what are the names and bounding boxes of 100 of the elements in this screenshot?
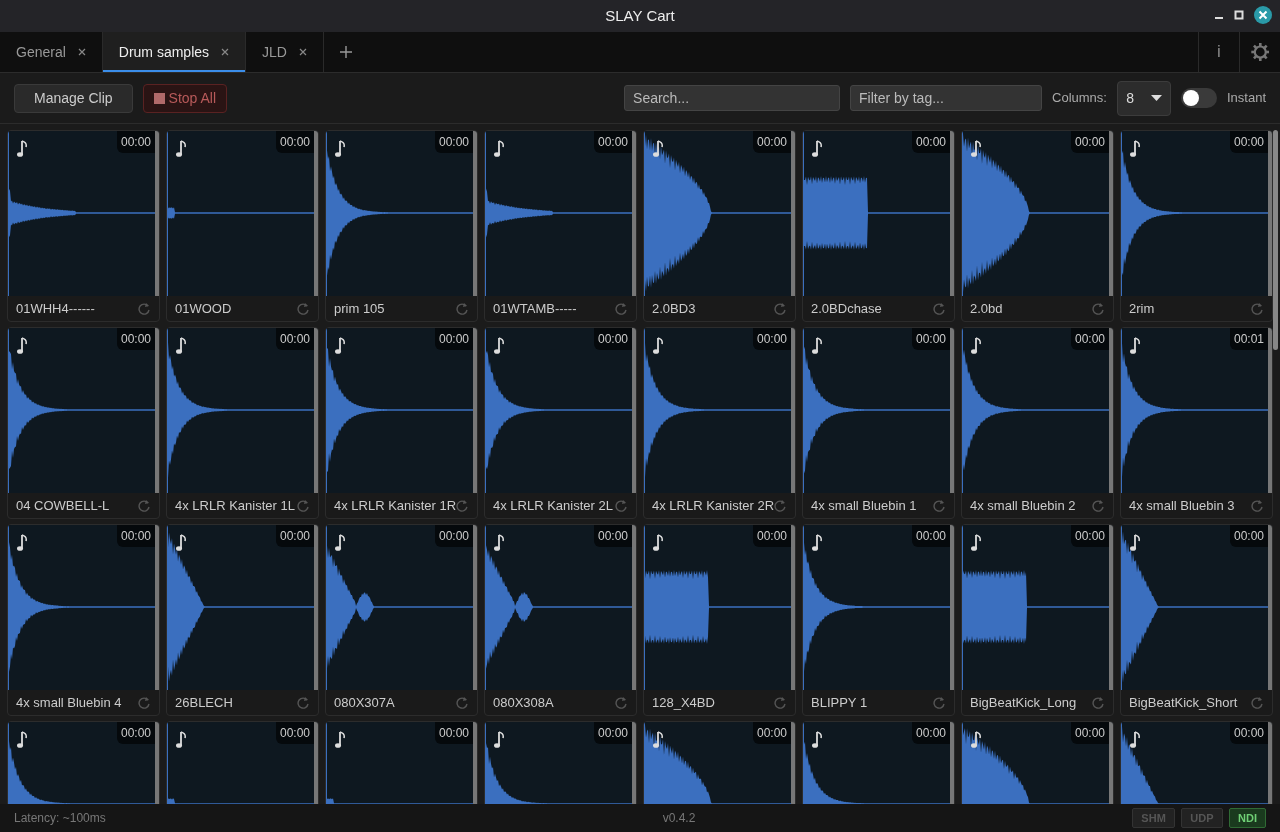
- clip-card[interactable]: 00:00: [643, 721, 796, 804]
- clip-name: 080X307A: [334, 693, 395, 712]
- columns-select[interactable]: 8: [1116, 80, 1171, 116]
- music-note-icon: [334, 533, 346, 551]
- loop-icon[interactable]: [1251, 499, 1264, 512]
- info-button[interactable]: i: [1198, 32, 1239, 72]
- loop-icon[interactable]: [1251, 696, 1264, 709]
- loop-icon[interactable]: [138, 302, 151, 315]
- clip-time: 00:00: [1229, 525, 1268, 547]
- music-note-icon: [970, 533, 982, 551]
- clip-time: 00:00: [275, 328, 314, 350]
- loop-icon[interactable]: [456, 302, 469, 315]
- clip-time: 00:00: [911, 722, 950, 744]
- loop-icon[interactable]: [297, 302, 310, 315]
- loop-icon[interactable]: [774, 499, 787, 512]
- clip-card[interactable]: 00:00 4x LRLR Kanister 2R: [643, 327, 796, 519]
- tab[interactable]: JLD: [246, 32, 324, 72]
- clip-card[interactable]: 00:00 4x small Bluebin 2: [961, 327, 1114, 519]
- clip-card[interactable]: 00:00 26BLECH: [166, 524, 319, 716]
- loop-icon[interactable]: [615, 696, 628, 709]
- clip-card[interactable]: 00:00 2.0bd: [961, 130, 1114, 322]
- clip-time: 00:00: [1070, 328, 1109, 350]
- clip-card[interactable]: 00:00 080X307A: [325, 524, 478, 716]
- version-text: v0.4.2: [662, 810, 696, 827]
- clip-card[interactable]: 00:00 4x small Bluebin 1: [802, 327, 955, 519]
- clip-card[interactable]: 00:00: [325, 721, 478, 804]
- close-icon[interactable]: [1254, 6, 1272, 24]
- close-tab-icon[interactable]: [77, 48, 86, 56]
- music-note-icon: [493, 336, 505, 354]
- clip-time: 00:00: [593, 722, 632, 744]
- loop-icon[interactable]: [774, 302, 787, 315]
- clip-time: 00:00: [434, 525, 473, 547]
- loop-icon[interactable]: [1092, 302, 1105, 315]
- clip-time: 00:00: [116, 722, 155, 744]
- tag-filter-field[interactable]: Filter by tag...: [850, 85, 1043, 111]
- clip-card[interactable]: 00:00 BLIPPY 1: [802, 524, 955, 716]
- clip-time: 00:00: [593, 131, 632, 153]
- loop-icon[interactable]: [138, 499, 151, 512]
- clip-card[interactable]: 00:00 prim 105: [325, 130, 478, 322]
- tab[interactable]: Drum samples: [102, 32, 247, 72]
- search-field[interactable]: Search...: [624, 85, 841, 111]
- clip-card[interactable]: 00:00 4x LRLR Kanister 2L: [484, 327, 637, 519]
- clip-card[interactable]: 00:00: [961, 721, 1114, 804]
- close-tab-icon[interactable]: [298, 48, 307, 56]
- tab[interactable]: General: [0, 32, 103, 72]
- clip-card[interactable]: 00:00 2.0BD3: [643, 130, 796, 322]
- loop-icon[interactable]: [933, 302, 946, 315]
- maximize-icon[interactable]: [1234, 10, 1244, 20]
- loop-icon[interactable]: [1092, 696, 1105, 709]
- loop-icon[interactable]: [456, 696, 469, 709]
- clip-card[interactable]: 00:00 4x LRLR Kanister 1L: [166, 327, 319, 519]
- clip-name: 4x LRLR Kanister 2L: [493, 496, 613, 515]
- clip-name: 4x small Bluebin 2: [970, 496, 1076, 515]
- clip-time: 00:00: [911, 328, 950, 350]
- music-note-icon: [16, 533, 28, 551]
- scrollbar[interactable]: [1273, 130, 1278, 350]
- loop-icon[interactable]: [138, 696, 151, 709]
- music-note-icon: [16, 730, 28, 748]
- clip-time: 00:00: [593, 328, 632, 350]
- loop-icon[interactable]: [297, 499, 310, 512]
- clip-card[interactable]: 00:00 4x small Bluebin 4: [7, 524, 160, 716]
- output-badge[interactable]: NDI: [1229, 807, 1266, 829]
- loop-icon[interactable]: [774, 696, 787, 709]
- music-note-icon: [175, 533, 187, 551]
- loop-icon[interactable]: [297, 696, 310, 709]
- manage-clip-button[interactable]: Manage Clip: [14, 83, 133, 113]
- clip-card[interactable]: 00:01 4x small Bluebin 3: [1120, 327, 1273, 519]
- music-note-icon: [652, 336, 664, 354]
- loop-icon[interactable]: [933, 696, 946, 709]
- loop-icon[interactable]: [1092, 499, 1105, 512]
- clip-name: 4x small Bluebin 1: [811, 496, 917, 515]
- clip-name: prim 105: [334, 299, 385, 318]
- stop-all-button[interactable]: Stop All: [142, 83, 228, 113]
- clip-card[interactable]: 00:00: [166, 721, 319, 804]
- loop-icon[interactable]: [933, 499, 946, 512]
- clip-card[interactable]: 00:00: [802, 721, 955, 804]
- clip-name: 2.0BDchase: [811, 299, 882, 318]
- clip-card[interactable]: 00:00 080X308A: [484, 524, 637, 716]
- clip-card[interactable]: 00:00: [1120, 721, 1273, 804]
- music-note-icon: [652, 533, 664, 551]
- clip-card[interactable]: 00:00 01WHH4------: [7, 130, 160, 322]
- clip-card[interactable]: 00:00 BigBeatKick_Long: [961, 524, 1114, 716]
- loop-icon[interactable]: [456, 499, 469, 512]
- clip-card[interactable]: 00:00 04 COWBELL-L: [7, 327, 160, 519]
- clip-card[interactable]: 00:00 2rim: [1120, 130, 1273, 322]
- clip-card[interactable]: 00:00 01WTAMB-----: [484, 130, 637, 322]
- clip-card[interactable]: 00:00 4x LRLR Kanister 1R: [325, 327, 478, 519]
- clip-time: 00:00: [752, 722, 791, 744]
- loop-icon[interactable]: [615, 302, 628, 315]
- clip-card[interactable]: 00:00 2.0BDchase: [802, 130, 955, 322]
- loop-icon[interactable]: [1251, 302, 1264, 315]
- clip-time: 00:00: [116, 525, 155, 547]
- clip-card[interactable]: 00:00 BigBeatKick_Short: [1120, 524, 1273, 716]
- instant-toggle[interactable]: [1180, 88, 1217, 108]
- loop-icon[interactable]: [615, 499, 628, 512]
- clip-card[interactable]: 00:00 128_X4BD: [643, 524, 796, 716]
- close-tab-icon[interactable]: [221, 48, 230, 56]
- clip-card[interactable]: 00:00: [484, 721, 637, 804]
- clip-card[interactable]: 00:00: [7, 721, 160, 804]
- clip-card[interactable]: 00:00 01WOOD: [166, 130, 319, 322]
